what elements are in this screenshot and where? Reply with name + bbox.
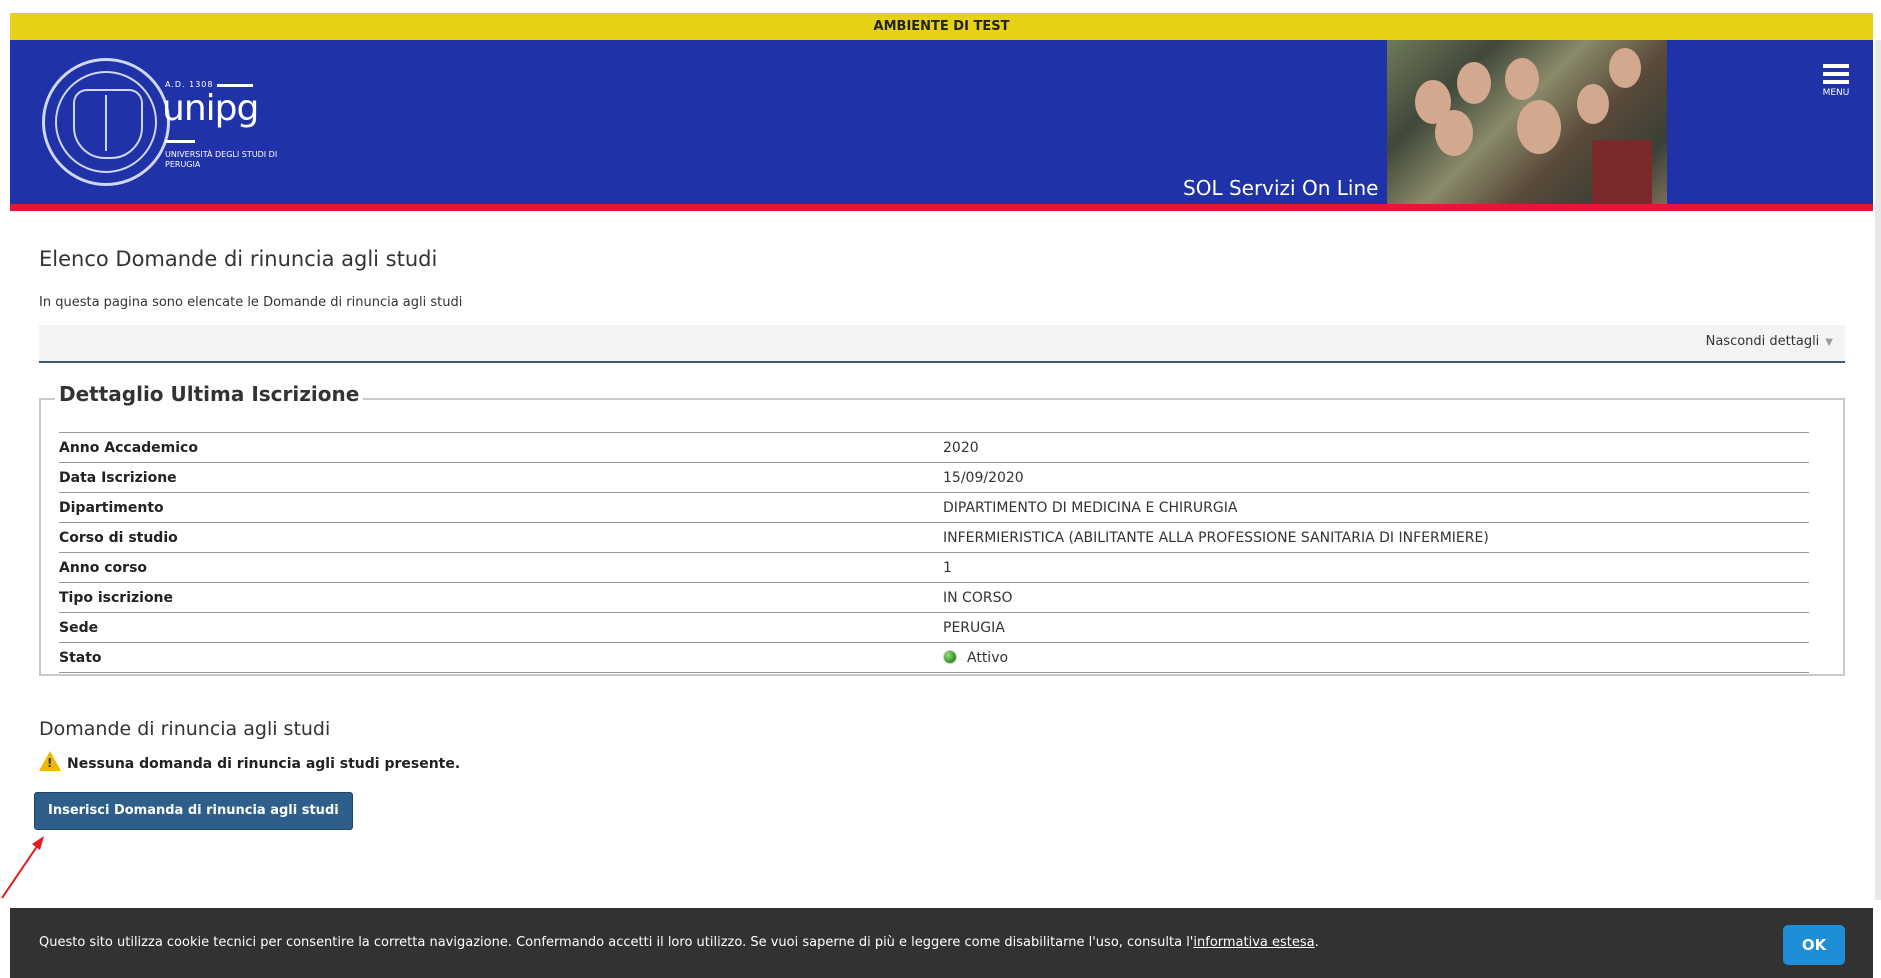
brand-rule [165,140,195,143]
service-title: SOL Servizi On Line [1183,176,1379,200]
row-label: Dipartimento [59,499,164,516]
cookie-message-end: . [1314,935,1319,950]
table-row: Data Iscrizione 15/09/2020 [59,462,1809,493]
row-value: 2020 [943,439,979,456]
environment-banner: AMBIENTE DI TEST [10,13,1873,40]
empty-message: ! Nessuna domanda di rinuncia agli studi … [39,751,460,772]
table-row: Tipo iscrizione IN CORSO [59,582,1809,613]
cookie-message: Questo sito utilizza cookie tecnici per … [39,935,1194,950]
row-value: 15/09/2020 [943,469,1024,486]
caret-down-icon: ▼ [1825,337,1833,348]
last-enrollment-legend: Dettaglio Ultima Iscrizione [55,382,364,406]
row-value: Attivo [943,643,1809,673]
page-title: Elenco Domande di rinuncia agli studi [39,247,438,271]
header-photo [1387,40,1667,204]
empty-message-text: Nessuna domanda di rinuncia agli studi p… [67,756,461,772]
row-label: Corso di studio [59,529,178,546]
menu-button[interactable]: MENU [1816,64,1856,108]
page-description: In questa pagina sono elencate le Domand… [39,295,463,310]
table-row: Corso di studio INFERMIERISTICA (ABILITA… [59,522,1809,553]
row-value: INFERMIERISTICA (ABILITANTE ALLA PROFESS… [943,529,1489,546]
row-label: Anno corso [59,559,148,576]
insert-request-button[interactable]: Inserisci Domanda di rinuncia agli studi [34,792,353,830]
table-row: Stato Attivo [59,642,1809,673]
details-bar: Nascondi dettagli ▼ [39,325,1845,363]
table-row: Anno Accademico 2020 [59,432,1809,463]
row-label: Stato [59,649,102,666]
row-label: Data Iscrizione [59,469,177,486]
row-label: Tipo iscrizione [59,589,174,606]
hide-details-toggle[interactable]: Nascondi dettagli ▼ [1706,334,1833,349]
row-value: IN CORSO [943,589,1013,606]
browser-top-edge [0,0,1881,8]
cookie-banner: Questo sito utilizza cookie tecnici per … [10,908,1873,978]
row-label: Sede [59,619,99,636]
row-value: 1 [943,559,952,576]
row-value: DIPARTIMENTO DI MEDICINA E CHIRURGIA [943,499,1238,516]
table-row: Dipartimento DIPARTIMENTO DI MEDICINA E … [59,492,1809,523]
annotation-arrow [1,836,44,899]
row-value: PERUGIA [943,619,1005,636]
table-row: Sede PERUGIA [59,612,1809,643]
hamburger-icon [1823,64,1849,68]
cookie-text: Questo sito utilizza cookie tecnici per … [39,935,1319,950]
status-active-icon [943,649,957,664]
scrollbar[interactable] [1875,40,1881,900]
warning-icon: ! [39,751,61,771]
status-text: Attivo [967,649,1009,666]
menu-label: MENU [1822,88,1850,98]
brand-name: unipg [162,88,259,129]
university-seal-icon [42,58,170,186]
cookie-ok-button[interactable]: OK [1783,925,1845,965]
site-header: A.D. 1308 unipg UNIVERSITÀ DEGLI STUDI D… [10,40,1873,211]
row-label: Anno Accademico [59,439,198,456]
brand-subtitle: UNIVERSITÀ DEGLI STUDI DI PERUGIA [165,150,278,169]
hide-details-label: Nascondi dettagli [1705,334,1820,349]
table-row: Anno corso 1 [59,552,1809,583]
requests-title: Domande di rinuncia agli studi [39,718,331,740]
cookie-policy-link[interactable]: informativa estesa [1193,935,1314,950]
enrollment-table: Anno Accademico 2020 Data Iscrizione 15/… [59,432,1809,673]
last-enrollment-panel: Dettaglio Ultima Iscrizione Anno Accadem… [39,382,1845,676]
